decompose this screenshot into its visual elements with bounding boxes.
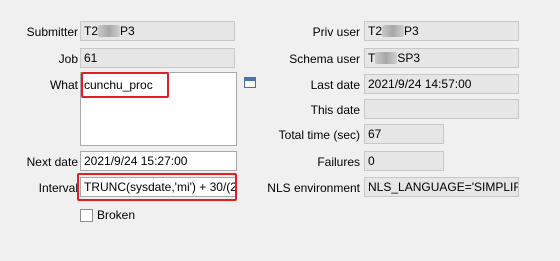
submitter-label: Submitter — [26, 25, 78, 39]
schema-user-label: Schema user — [289, 52, 360, 66]
redaction-blur — [98, 25, 121, 37]
redaction-blur — [375, 52, 398, 64]
priv-user-suffix: P3 — [404, 24, 419, 38]
interval-label: Interval — [38, 181, 78, 195]
broken-checkbox[interactable] — [80, 209, 93, 222]
job-field[interactable]: 61 — [80, 48, 235, 68]
what-highlight — [81, 72, 169, 98]
priv-user-prefix: T2 — [368, 24, 383, 38]
what-label: What — [49, 78, 78, 92]
submitter-suffix: P3 — [120, 24, 135, 38]
submitter-prefix: T2 — [84, 24, 99, 38]
priv-user-label: Priv user — [312, 25, 360, 39]
schema-user-field[interactable]: T SP3 — [364, 48, 519, 68]
total-time-label: Total time (sec) — [278, 128, 360, 142]
this-date-field[interactable] — [364, 99, 519, 119]
next-date-label: Next date — [26, 155, 78, 169]
nls-environment-field[interactable]: NLS_LANGUAGE='SIMPLIFIE — [364, 177, 519, 197]
failures-field[interactable]: 0 — [364, 151, 444, 171]
nls-environment-label: NLS environment — [267, 181, 360, 195]
submitter-field[interactable]: T2 P3 — [80, 21, 235, 41]
next-date-field[interactable]: 2021/9/24 15:27:00 — [80, 151, 237, 171]
schema-user-prefix: T — [368, 51, 376, 65]
last-date-label: Last date — [310, 78, 360, 92]
interval-highlight — [77, 173, 237, 201]
failures-label: Failures — [317, 155, 360, 169]
broken-label: Broken — [97, 208, 136, 222]
schema-user-suffix: SP3 — [397, 51, 421, 65]
job-label: Job — [58, 52, 78, 66]
this-date-label: This date — [310, 103, 360, 117]
priv-user-field[interactable]: T2 P3 — [364, 21, 519, 41]
total-time-field[interactable]: 67 — [364, 124, 444, 144]
redaction-blur — [382, 25, 405, 37]
last-date-field[interactable]: 2021/9/24 14:57:00 — [364, 74, 519, 94]
